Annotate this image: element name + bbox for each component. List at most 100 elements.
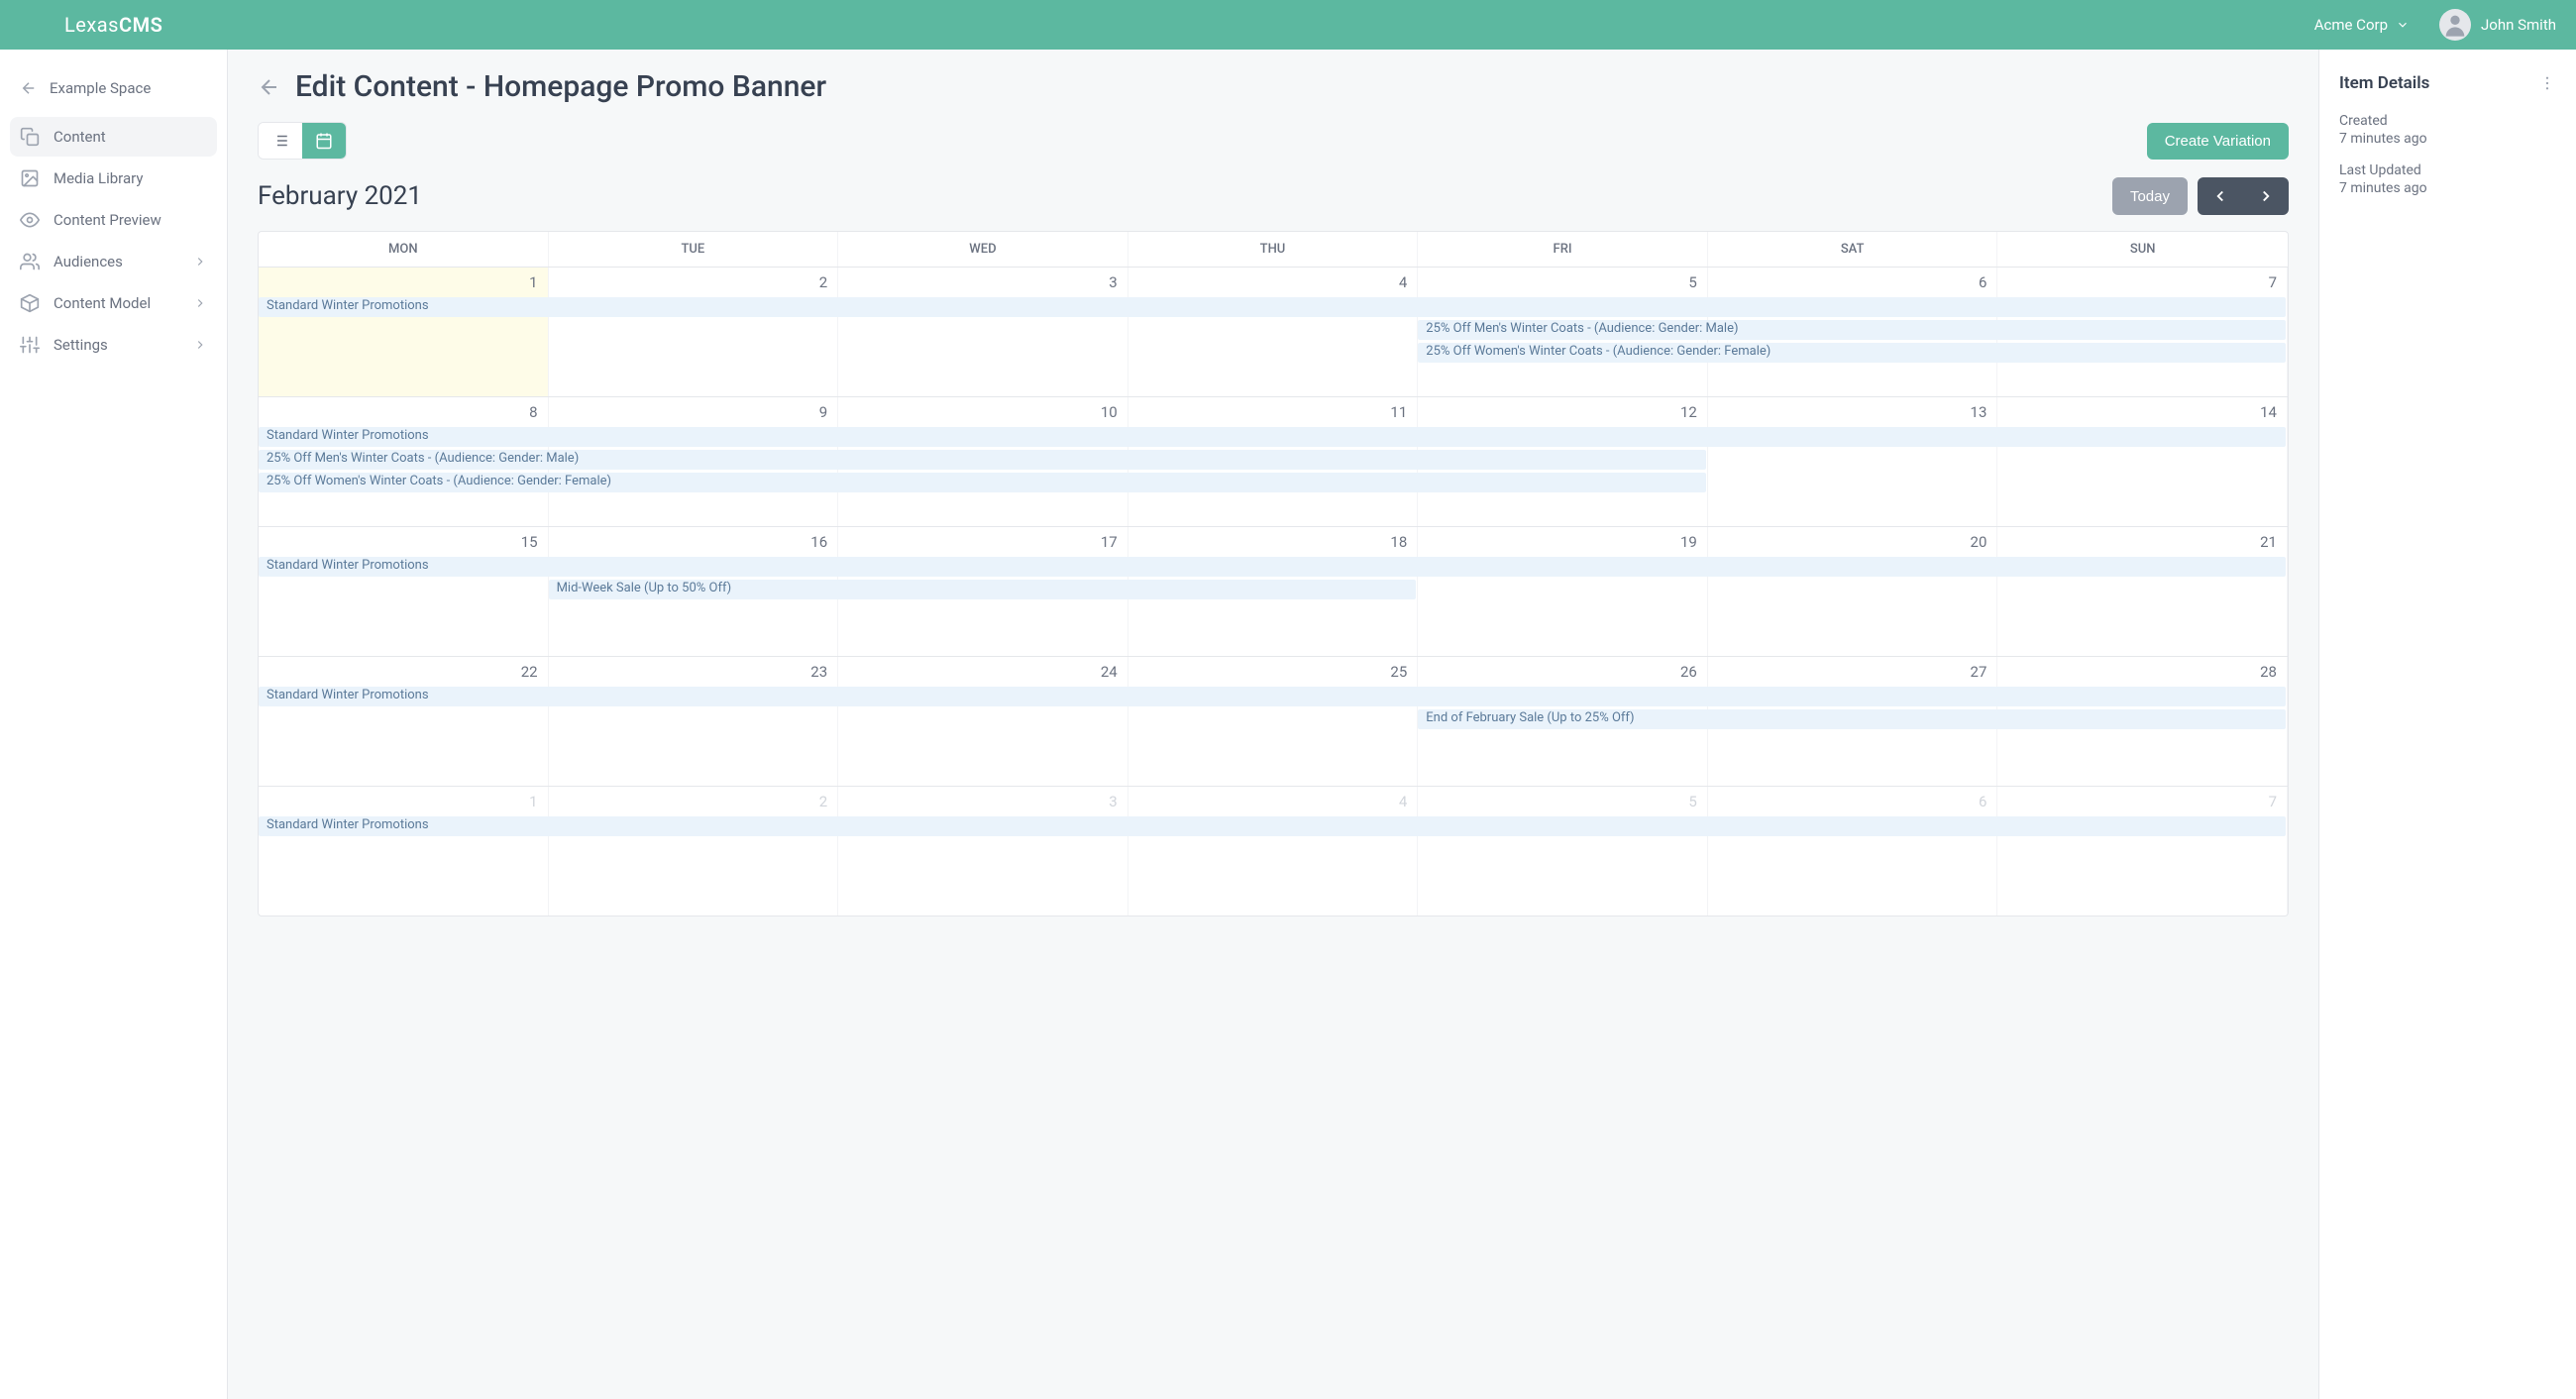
- calendar-day[interactable]: 3: [838, 268, 1128, 396]
- details-title: Item Details: [2339, 73, 2429, 93]
- logo-section: LexasCMS: [20, 13, 228, 37]
- day-number: 5: [1428, 793, 1697, 810]
- calendar-event[interactable]: Standard Winter Promotions: [259, 297, 2286, 317]
- day-number: 3: [848, 793, 1118, 810]
- sidebar-item-settings[interactable]: Settings: [10, 325, 217, 365]
- day-number: 4: [1138, 793, 1408, 810]
- sidebar-item-label: Media Library: [54, 169, 143, 187]
- calendar-event[interactable]: 25% Off Women's Winter Coats - (Audience…: [259, 473, 1706, 492]
- calendar-day[interactable]: 1: [259, 787, 549, 915]
- user-name: John Smith: [2481, 16, 2556, 34]
- sidebar-item-label: Content: [54, 128, 106, 146]
- day-number: 17: [848, 533, 1118, 551]
- day-number: 19: [1428, 533, 1697, 551]
- chevron-down-icon: [2396, 18, 2410, 32]
- calendar-day[interactable]: 20: [1708, 527, 1998, 656]
- more-vertical-icon: [2538, 74, 2556, 92]
- calendar-day[interactable]: 23: [549, 657, 839, 786]
- space-name-row[interactable]: Example Space: [10, 69, 217, 117]
- day-number: 16: [559, 533, 828, 551]
- calendar-day[interactable]: 15: [259, 527, 549, 656]
- calendar-body: 1234567Standard Winter Promotions25% Off…: [259, 267, 2288, 915]
- org-selector[interactable]: Acme Corp: [2314, 16, 2410, 34]
- calendar-day[interactable]: 14: [1997, 397, 2288, 526]
- calendar-day[interactable]: 21: [1997, 527, 2288, 656]
- chevron-left-icon: [2211, 187, 2229, 205]
- list-view-button[interactable]: [259, 123, 302, 159]
- calendar-day[interactable]: 24: [838, 657, 1128, 786]
- prev-month-button[interactable]: [2198, 177, 2243, 215]
- day-number: 1: [268, 273, 538, 291]
- day-number: 21: [2007, 533, 2277, 551]
- users-icon: [20, 252, 40, 271]
- eye-icon: [20, 210, 40, 230]
- calendar-day[interactable]: 25: [1128, 657, 1419, 786]
- calendar-day[interactable]: 13: [1708, 397, 1998, 526]
- calendar-day[interactable]: 5: [1418, 787, 1708, 915]
- calendar-event[interactable]: 25% Off Men's Winter Coats - (Audience: …: [259, 450, 1706, 470]
- image-icon: [20, 168, 40, 188]
- chevron-right-icon: [193, 255, 207, 269]
- calendar-day[interactable]: 19: [1418, 527, 1708, 656]
- sidebar-item-content[interactable]: Content: [10, 117, 217, 157]
- sidebar: Example Space Content Media Library Conten…: [0, 50, 228, 1399]
- day-number: 22: [268, 663, 538, 681]
- calendar-nav: Today: [2112, 177, 2289, 215]
- next-month-button[interactable]: [2243, 177, 2289, 215]
- create-variation-button[interactable]: Create Variation: [2147, 123, 2289, 160]
- copy-icon: [20, 127, 40, 147]
- details-field: Last Updated7 minutes ago: [2339, 162, 2556, 196]
- day-number: 25: [1138, 663, 1408, 681]
- calendar-day[interactable]: 2: [549, 268, 839, 396]
- sidebar-item-label: Audiences: [54, 253, 123, 270]
- calendar-event[interactable]: Standard Winter Promotions: [259, 557, 2286, 577]
- day-number: 28: [2007, 663, 2277, 681]
- calendar-day[interactable]: 22: [259, 657, 549, 786]
- calendar-day[interactable]: 4: [1128, 787, 1419, 915]
- details-value: 7 minutes ago: [2339, 180, 2556, 196]
- user-section[interactable]: John Smith: [2439, 9, 2556, 41]
- calendar-day[interactable]: 1: [259, 268, 549, 396]
- calendar: MONTUEWEDTHUFRISATSUN 1234567Standard Wi…: [258, 231, 2289, 916]
- calendar-day[interactable]: 4: [1128, 268, 1419, 396]
- calendar-event[interactable]: End of February Sale (Up to 25% Off): [1418, 709, 2286, 729]
- calendar-controls: February 2021 Today: [258, 177, 2289, 215]
- day-header: SUN: [1997, 232, 2288, 267]
- calendar-event[interactable]: Mid-Week Sale (Up to 50% Off): [549, 580, 1417, 599]
- details-menu-button[interactable]: [2538, 74, 2556, 92]
- calendar-week: 15161718192021Standard Winter Promotions…: [259, 526, 2288, 656]
- sidebar-item-audiences[interactable]: Audiences: [10, 242, 217, 281]
- day-number: 26: [1428, 663, 1697, 681]
- sidebar-item-media-library[interactable]: Media Library: [10, 159, 217, 198]
- calendar-day[interactable]: 2: [549, 787, 839, 915]
- sidebar-item-content-model[interactable]: Content Model: [10, 283, 217, 323]
- day-header: SAT: [1708, 232, 1998, 267]
- sidebar-item-label: Settings: [54, 336, 108, 354]
- day-header: MON: [259, 232, 549, 267]
- calendar-day[interactable]: 6: [1708, 787, 1998, 915]
- calendar-arrows: [2198, 177, 2289, 215]
- day-number: 6: [1718, 273, 1987, 291]
- logo: LexasCMS: [64, 13, 162, 37]
- day-header: THU: [1128, 232, 1419, 267]
- calendar-day[interactable]: 3: [838, 787, 1128, 915]
- calendar-day[interactable]: 7: [1997, 787, 2288, 915]
- back-arrow-icon[interactable]: [258, 75, 281, 99]
- main-content: Edit Content - Homepage Promo Banner Cre…: [228, 50, 2318, 1399]
- day-number: 3: [848, 273, 1118, 291]
- calendar-event[interactable]: 25% Off Men's Winter Coats - (Audience: …: [1418, 320, 2286, 340]
- calendar-week: 1234567Standard Winter Promotions25% Off…: [259, 267, 2288, 396]
- sidebar-item-content-preview[interactable]: Content Preview: [10, 200, 217, 240]
- day-number: 2: [559, 793, 828, 810]
- arrow-left-icon: [20, 79, 38, 97]
- calendar-event[interactable]: Standard Winter Promotions: [259, 816, 2286, 836]
- calendar-view-button[interactable]: [302, 123, 346, 159]
- today-button[interactable]: Today: [2112, 177, 2188, 215]
- calendar-event[interactable]: Standard Winter Promotions: [259, 427, 2286, 447]
- calendar-event[interactable]: 25% Off Women's Winter Coats - (Audience…: [1418, 343, 2286, 363]
- day-number: 11: [1138, 403, 1408, 421]
- sidebar-item-label: Content Preview: [54, 211, 161, 229]
- day-number: 1: [268, 793, 538, 810]
- day-header: TUE: [549, 232, 839, 267]
- calendar-event[interactable]: Standard Winter Promotions: [259, 687, 2286, 706]
